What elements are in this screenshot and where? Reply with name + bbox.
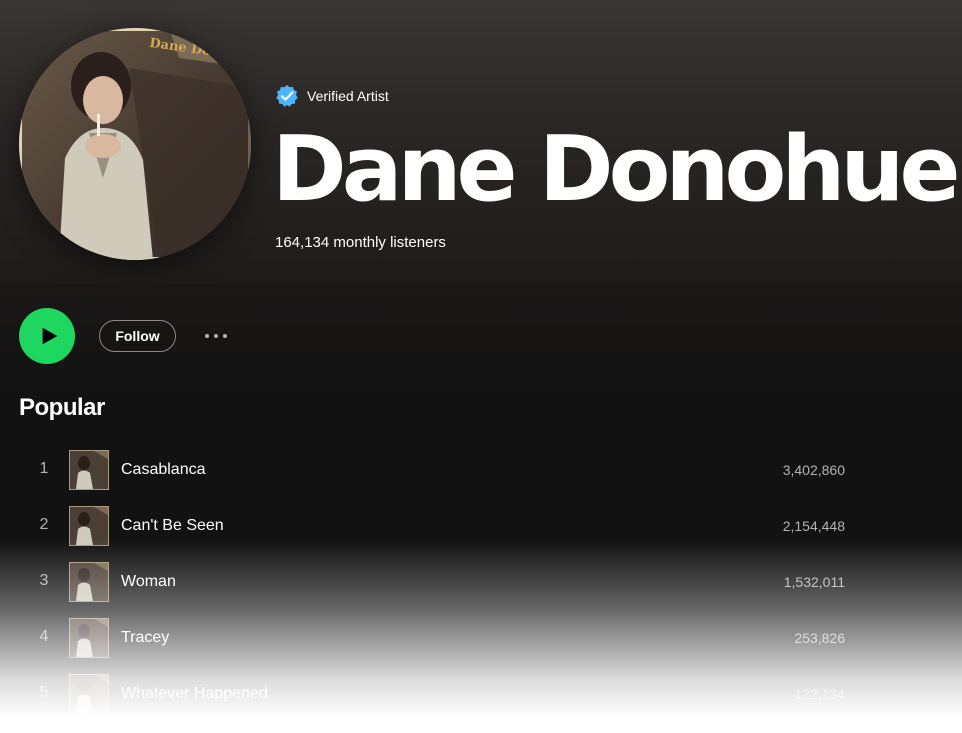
track-cover-art (69, 506, 109, 546)
artist-header: Dane Donoh Verified Artist Dane Donohue … (0, 0, 962, 284)
track-cover-art (69, 674, 109, 714)
more-horizontal-icon (205, 334, 209, 338)
verified-badge-icon (276, 85, 298, 107)
track-number: 1 (39, 460, 49, 477)
track-play-count: 122,134 (794, 686, 845, 702)
more-dot (223, 334, 227, 338)
track-number: 5 (39, 684, 49, 701)
track-row[interactable]: 4 Tracey 253,826 (19, 610, 845, 666)
track-title[interactable]: Whatever Happened (121, 685, 268, 703)
track-row[interactable]: 5 Whatever Happened 122,134 (19, 666, 845, 722)
more-dot (214, 334, 218, 338)
track-cover-art (69, 618, 109, 658)
track-cover-art (69, 562, 109, 602)
track-number: 2 (39, 516, 49, 533)
artist-name: Dane Donohue (272, 117, 961, 222)
track-play-count: 1,532,011 (783, 574, 845, 590)
track-title[interactable]: Casablanca (121, 461, 206, 479)
track-play-count: 253,826 (794, 630, 845, 646)
verified-artist-badge: Verified Artist (275, 83, 389, 109)
play-icon (42, 327, 57, 345)
artist-page: Dane Donoh Verified Artist Dane Donohue … (0, 0, 962, 733)
track-title[interactable]: Tracey (121, 629, 169, 647)
track-number: 3 (39, 572, 49, 589)
follow-button[interactable]: Follow (99, 320, 176, 352)
play-button[interactable] (19, 308, 75, 364)
track-row[interactable]: 2 Can't Be Seen 2,154,448 (19, 498, 845, 554)
track-row[interactable]: 1 Casablanca 3,402,860 (19, 442, 845, 498)
track-number: 4 (39, 628, 49, 645)
popular-track-list: 1 Casablanca 3,402,860 2 Can't Be Seen 2… (19, 442, 845, 722)
popular-heading: Popular (19, 394, 105, 421)
track-title[interactable]: Woman (121, 573, 176, 591)
more-options-button[interactable] (199, 323, 233, 349)
track-row[interactable]: 3 Woman 1,532,011 (19, 554, 845, 610)
track-cover-art (69, 450, 109, 490)
track-play-count: 3,402,860 (782, 462, 845, 478)
artist-avatar: Dane Donoh (19, 28, 251, 260)
verified-label: Verified Artist (307, 88, 389, 104)
track-play-count: 2,154,448 (782, 518, 845, 534)
monthly-listeners: 164,134 monthly listeners (275, 234, 446, 251)
track-title[interactable]: Can't Be Seen (121, 517, 224, 535)
